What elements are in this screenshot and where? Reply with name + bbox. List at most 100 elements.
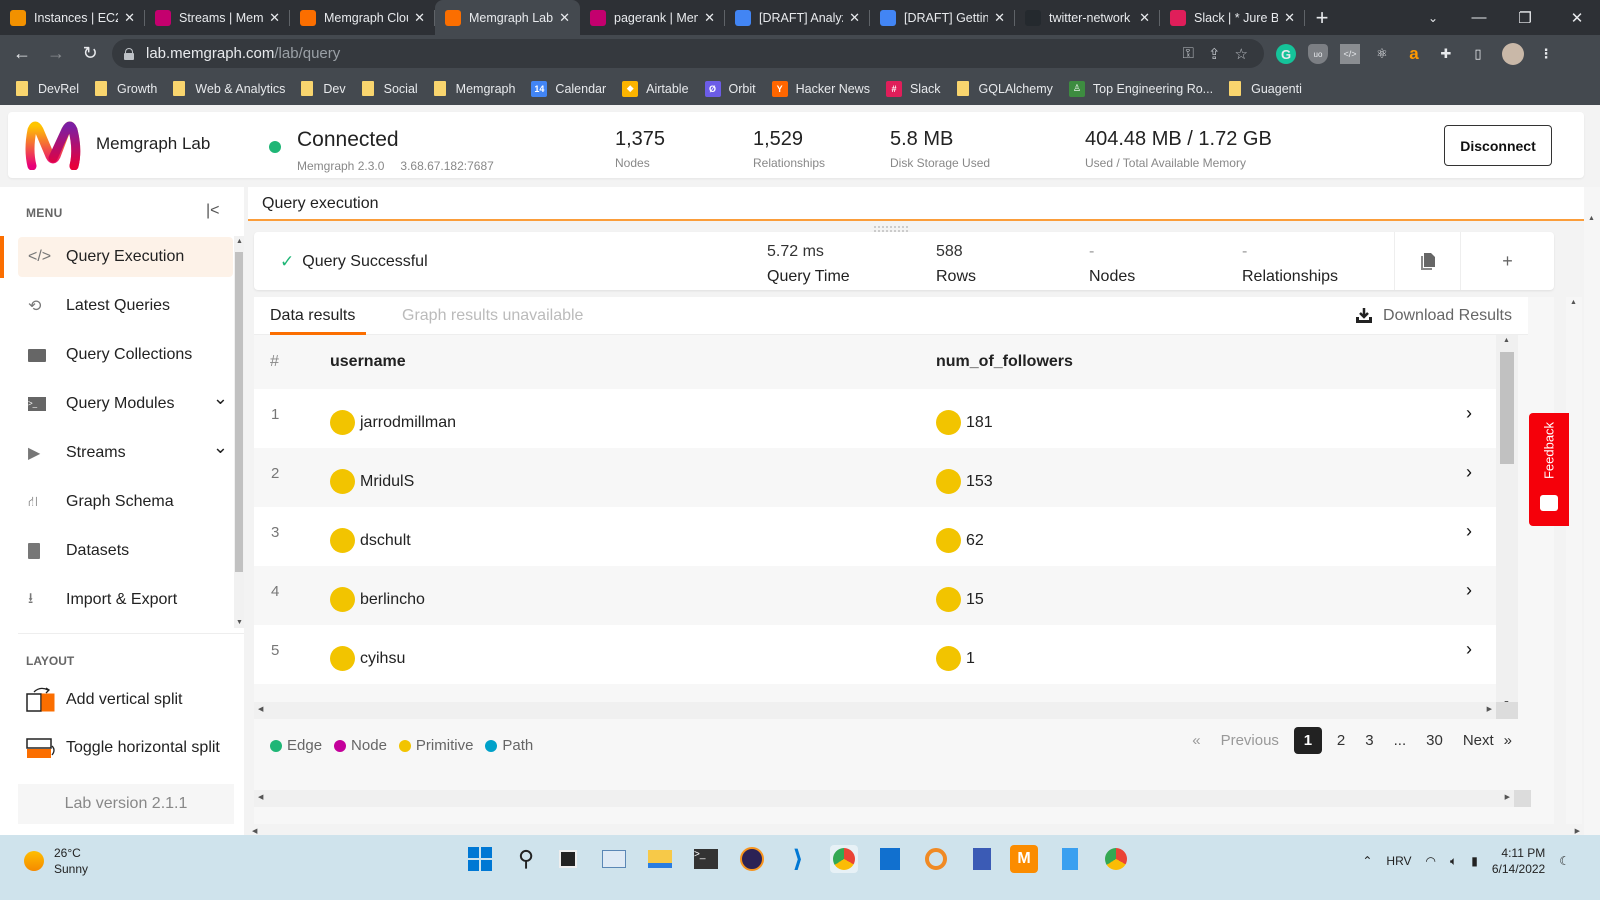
sidebar-item-query-modules[interactable]: >_ Query Modules ⌄ <box>18 384 233 424</box>
weather-widget[interactable]: 26°C Sunny <box>24 845 88 877</box>
bookmark[interactable]: 14 Calendar <box>531 80 606 97</box>
sidebar-item-import-export[interactable]: ⭳ Import & Export <box>18 580 233 620</box>
wifi-icon[interactable]: ◠ <box>1426 854 1436 868</box>
page-scrollbar[interactable]: ▲ ▼ <box>1584 187 1600 850</box>
table-row[interactable]: 1 jarrodmillman 181 › <box>254 389 1496 449</box>
close-tab-icon[interactable]: ✕ <box>559 10 570 26</box>
page-30-button[interactable]: 30 <box>1416 732 1453 749</box>
table-row[interactable]: 5 cyihsu 1 › <box>254 625 1496 685</box>
close-tab-icon[interactable]: ✕ <box>704 10 715 26</box>
forward-icon[interactable]: → <box>39 43 73 64</box>
chevron-right-icon[interactable]: › <box>1466 462 1472 483</box>
feedback-button[interactable]: Feedback <box>1529 413 1569 526</box>
column-header-username[interactable]: username <box>330 353 406 371</box>
search-icon[interactable]: ⚲ <box>512 845 540 873</box>
bookmark[interactable]: Memgraph <box>433 81 515 96</box>
maximize-button[interactable]: ❐ <box>1502 0 1548 35</box>
battery-icon[interactable]: ▮ <box>1471 854 1478 868</box>
bookmark[interactable]: GQLAlchemy <box>956 81 1053 96</box>
memgraph-app-icon[interactable]: M <box>1010 845 1038 873</box>
bookmark[interactable]: ♙ Top Engineering Ro... <box>1068 80 1213 97</box>
browser-tab[interactable]: twitter-network ✕ <box>1015 0 1160 35</box>
grammarly-extension-icon[interactable]: G <box>1276 44 1296 64</box>
next-page-button[interactable]: Next <box>1453 732 1504 749</box>
task-view-icon[interactable] <box>554 845 582 873</box>
close-tab-icon[interactable]: ✕ <box>124 10 135 26</box>
copy-button[interactable] <box>1394 232 1460 290</box>
results-horizontal-scrollbar[interactable]: ◀ ▶ <box>254 790 1514 807</box>
notifications-icon[interactable]: ☾ <box>1559 854 1570 868</box>
chevron-right-icon[interactable]: › <box>1466 521 1472 542</box>
sidebar-item-query-collections[interactable]: Query Collections <box>18 335 233 375</box>
download-results-button[interactable]: Download Results <box>1355 307 1512 325</box>
bookmark[interactable]: Guagenti <box>1229 81 1302 96</box>
results-outer-scrollbar[interactable]: ▲ ▼ <box>1566 297 1582 850</box>
table-row[interactable]: 6michaeldorner35› <box>254 684 1496 702</box>
windows-app-icon[interactable] <box>876 845 904 873</box>
bookmark[interactable]: Social <box>361 81 418 96</box>
bookmark[interactable]: # Slack <box>885 80 941 97</box>
table-horizontal-scrollbar[interactable]: ◀ ▶ <box>254 702 1496 719</box>
table-vertical-scrollbar[interactable]: ▲ ▼ <box>1496 335 1518 709</box>
page-3-button[interactable]: 3 <box>1355 732 1383 749</box>
close-tab-icon[interactable]: ✕ <box>994 10 1005 26</box>
chevron-down-icon[interactable]: ⌄ <box>213 437 228 458</box>
close-window-button[interactable]: ✕ <box>1554 0 1600 35</box>
tab-search-icon[interactable]: ⌄ <box>1410 0 1456 35</box>
toggle-horizontal-split-button[interactable]: Toggle horizontal split <box>26 736 220 760</box>
star-icon[interactable]: ☆ <box>1235 45 1248 63</box>
close-tab-icon[interactable]: ✕ <box>1284 10 1295 26</box>
chrome-profile-icon[interactable] <box>1102 845 1130 873</box>
clock[interactable]: 4:11 PM 6/14/2022 <box>1492 845 1545 877</box>
previous-page-button[interactable]: Previous <box>1211 732 1289 749</box>
bookmark[interactable]: Y Hacker News <box>771 80 870 97</box>
bookmark[interactable]: ◆ Airtable <box>622 80 689 97</box>
bookmark[interactable]: Growth <box>95 81 157 96</box>
chevron-right-icon[interactable]: › <box>1466 403 1472 424</box>
table-row[interactable]: 3 dschult 62 › <box>254 507 1496 567</box>
browser-tab[interactable]: [DRAFT] Getting ✕ <box>870 0 1015 35</box>
table-row[interactable]: 4 berlincho 15 › <box>254 566 1496 626</box>
side-panel-icon[interactable]: ▯ <box>1468 44 1488 64</box>
back-icon[interactable]: ← <box>5 43 39 64</box>
key-icon[interactable]: ⚿ <box>1183 45 1194 62</box>
disconnect-button[interactable]: Disconnect <box>1444 125 1552 166</box>
bookmark[interactable]: Dev <box>301 81 346 96</box>
language-indicator[interactable]: HRV <box>1386 854 1411 868</box>
chevron-right-icon[interactable]: › <box>1466 580 1472 601</box>
sidebar-item-streams[interactable]: ▶ Streams ⌄ <box>18 433 233 473</box>
close-tab-icon[interactable]: ✕ <box>849 10 860 26</box>
bookmark[interactable]: Ø Orbit <box>704 80 756 97</box>
browser-menu-icon[interactable]: ⋮ <box>1536 44 1556 64</box>
page-2-button[interactable]: 2 <box>1327 732 1355 749</box>
chrome-icon[interactable] <box>830 845 858 873</box>
profile-avatar[interactable] <box>1502 43 1524 65</box>
browser-tab[interactable]: [DRAFT] Analyzing✕ <box>725 0 870 35</box>
expand-button[interactable]: + <box>1460 232 1554 290</box>
devtools-extension-icon[interactable]: </> <box>1340 44 1360 64</box>
close-tab-icon[interactable]: ✕ <box>269 10 280 26</box>
amazon-extension-icon[interactable]: a <box>1404 44 1424 64</box>
file-explorer-icon[interactable] <box>646 845 674 873</box>
extensions-puzzle-icon[interactable]: ✚ <box>1436 44 1456 64</box>
browser-tab[interactable]: Memgraph Lab ✕ <box>435 0 580 35</box>
browser-tab[interactable]: pagerank | Memgraph✕ <box>580 0 725 35</box>
openvpn-icon[interactable] <box>922 845 950 873</box>
chevron-down-icon[interactable]: ⌄ <box>213 388 228 409</box>
resource-monitor-icon[interactable] <box>600 845 628 873</box>
sidebar-item-query-execution[interactable]: </> Query Execution <box>18 237 233 277</box>
add-vertical-split-button[interactable]: Add vertical split <box>26 687 183 713</box>
page-1-button[interactable]: 1 <box>1293 727 1322 754</box>
react-extension-icon[interactable]: ⚛ <box>1372 44 1392 64</box>
collapse-sidebar-icon[interactable]: |< <box>206 202 220 220</box>
eclipse-icon[interactable] <box>738 845 766 873</box>
new-tab-button[interactable]: + <box>1305 0 1339 35</box>
chevron-right-icon[interactable]: › <box>1466 639 1472 660</box>
ublock-extension-icon[interactable]: uo <box>1308 44 1328 64</box>
vscode-icon[interactable]: ⟩ <box>784 845 812 873</box>
browser-tab[interactable]: Slack | * Jure B ✕ <box>1160 0 1305 35</box>
reload-icon[interactable]: ↻ <box>73 43 107 64</box>
browser-tab[interactable]: Memgraph Cloud✕ <box>290 0 435 35</box>
close-tab-icon[interactable]: ✕ <box>414 10 425 26</box>
bookmark[interactable]: DevRel <box>16 81 79 96</box>
